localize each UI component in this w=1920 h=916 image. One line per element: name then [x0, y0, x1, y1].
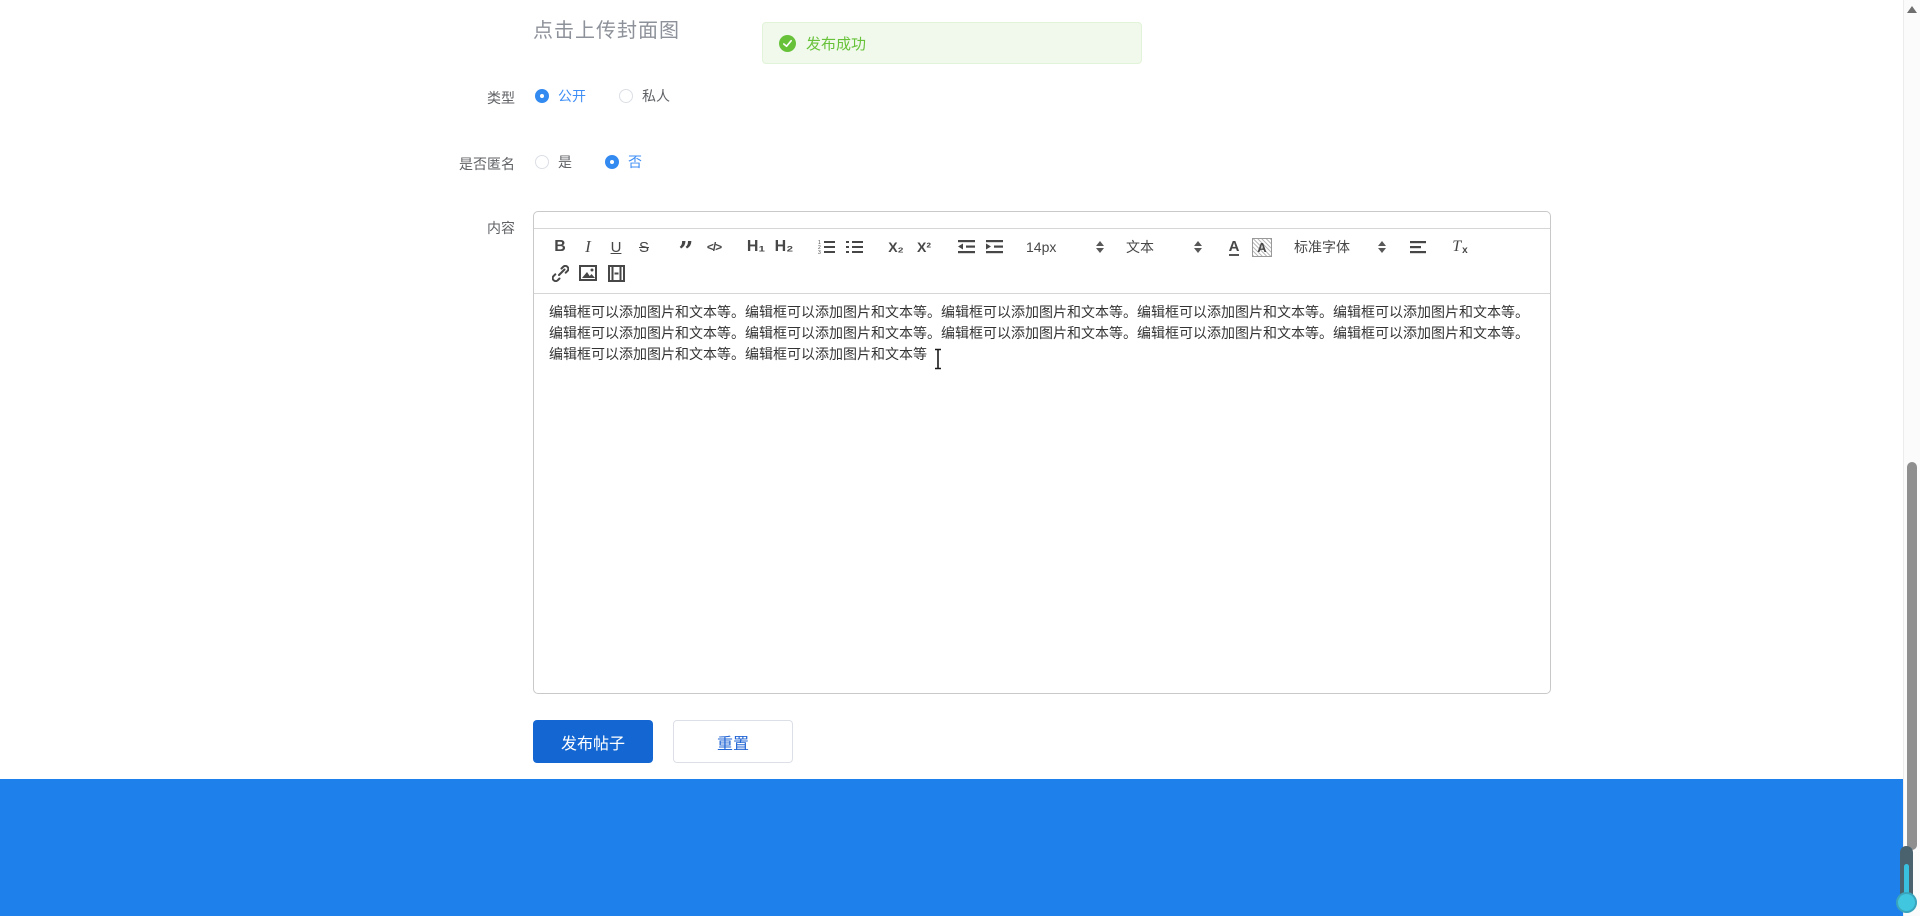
type-label: 类型 — [487, 90, 515, 106]
radio-anonymous-yes[interactable]: 是 — [535, 152, 572, 172]
superscript-button[interactable]: X² — [910, 235, 938, 259]
font-family-value: 标准字体 — [1294, 239, 1350, 255]
underline-button[interactable]: U — [602, 235, 630, 259]
subscript-button[interactable]: X₂ — [882, 235, 910, 259]
editor-text: 编辑框可以添加图片和文本等。编辑框可以添加图片和文本等。编辑框可以添加图片和文本… — [549, 304, 1529, 362]
font-family-select[interactable]: 标准字体 — [1290, 235, 1390, 259]
video-icon[interactable] — [602, 261, 630, 285]
editor-top-strip — [534, 212, 1550, 229]
scroll-progress-widget[interactable] — [1894, 846, 1918, 914]
indent-icon[interactable] — [980, 235, 1008, 259]
success-toast: 发布成功 — [762, 22, 1142, 64]
font-size-select[interactable]: 14px — [1022, 235, 1108, 259]
radio-public[interactable]: 公开 — [535, 86, 586, 106]
bg-color-button[interactable]: A — [1248, 235, 1276, 259]
ordered-list-icon[interactable]: 1 2 3 — [812, 235, 840, 259]
scrollbar-thumb[interactable] — [1907, 462, 1917, 850]
content-label: 内容 — [487, 220, 515, 236]
radio-anonymous-yes-circle[interactable] — [535, 155, 549, 169]
paragraph-format-select[interactable]: 文本 — [1122, 235, 1206, 259]
clear-format-x: x — [1462, 244, 1468, 256]
paragraph-format-value: 文本 — [1126, 239, 1154, 255]
italic-button[interactable]: I — [574, 235, 602, 259]
line-height-icon[interactable] — [1404, 235, 1432, 259]
radio-anonymous-no-circle[interactable] — [605, 155, 619, 169]
footer-band — [0, 779, 1903, 916]
font-size-value: 14px — [1026, 239, 1057, 255]
upload-cover-hint[interactable]: 点击上传封面图 — [533, 14, 680, 43]
bg-color-icon: A — [1252, 237, 1272, 257]
bold-button[interactable]: B — [546, 235, 574, 259]
publish-post-button[interactable]: 发布帖子 — [533, 720, 653, 763]
editor-content-area[interactable]: 编辑框可以添加图片和文本等。编辑框可以添加图片和文本等。编辑框可以添加图片和文本… — [534, 294, 1550, 693]
radio-anonymous-no[interactable]: 否 — [605, 152, 642, 172]
radio-anonymous-yes-label: 是 — [558, 154, 572, 170]
radio-private[interactable]: 私人 — [619, 86, 670, 106]
success-check-icon — [779, 34, 796, 52]
scrollbar-up-arrow-icon[interactable] — [1907, 6, 1917, 13]
image-icon[interactable] — [574, 261, 602, 285]
rich-text-editor: B I U S ” </> H₁ H₂ 1 2 3 X₂ X² 14px 文本 … — [533, 211, 1551, 694]
toast-message: 发布成功 — [806, 35, 867, 53]
vertical-scrollbar[interactable] — [1903, 0, 1920, 916]
radio-public-label: 公开 — [558, 88, 586, 104]
clear-format-button[interactable]: T x — [1446, 235, 1474, 259]
blockquote-button[interactable]: ” — [672, 235, 700, 265]
radio-anonymous-no-label: 否 — [628, 154, 642, 170]
reset-button[interactable]: 重置 — [673, 720, 793, 763]
font-color-button[interactable]: A — [1220, 235, 1248, 259]
svg-text:3: 3 — [818, 250, 821, 255]
scroll-widget-bulb — [1896, 892, 1917, 913]
anonymous-label: 是否匿名 — [459, 156, 515, 172]
type-radio-group: 公开 私人 — [535, 86, 703, 106]
font-color-icon: A — [1228, 237, 1240, 256]
toolbar-row-2 — [546, 260, 1538, 286]
ibeam-cursor — [932, 348, 944, 375]
heading1-button[interactable]: H₁ — [742, 235, 770, 259]
updown-arrows-icon — [1194, 241, 1202, 253]
anonymous-radio-group: 是 否 — [535, 152, 675, 172]
toolbar-row-1: B I U S ” </> H₁ H₂ 1 2 3 X₂ X² 14px 文本 … — [546, 234, 1538, 265]
code-block-button[interactable]: </> — [700, 235, 728, 259]
updown-arrows-icon — [1378, 241, 1386, 253]
outdent-icon[interactable] — [952, 235, 980, 259]
clear-format-icon: T — [1452, 238, 1462, 255]
heading2-button[interactable]: H₂ — [770, 235, 798, 259]
link-icon[interactable] — [546, 261, 574, 285]
radio-public-circle[interactable] — [535, 89, 549, 103]
updown-arrows-icon — [1096, 241, 1104, 253]
editor-toolbar: B I U S ” </> H₁ H₂ 1 2 3 X₂ X² 14px 文本 … — [534, 229, 1550, 294]
radio-private-label: 私人 — [642, 88, 670, 104]
radio-private-circle[interactable] — [619, 89, 633, 103]
bullet-list-icon[interactable] — [840, 235, 868, 259]
strikethrough-button[interactable]: S — [630, 235, 658, 259]
